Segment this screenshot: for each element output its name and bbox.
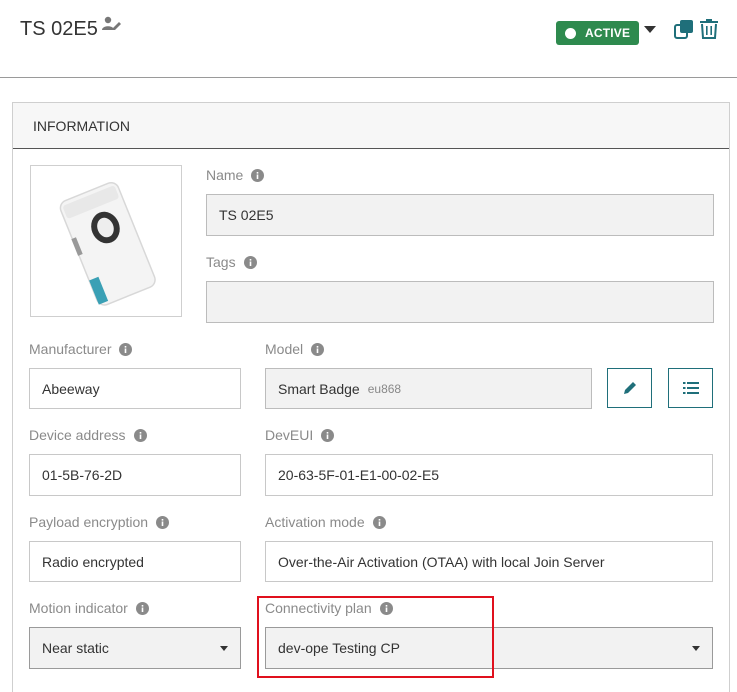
status-dot-icon [565, 27, 576, 39]
name-field[interactable]: TS 02E5 [206, 194, 714, 236]
device-address-label: Device address [29, 427, 147, 443]
status-label: ACTIVE [585, 26, 631, 40]
card-header: INFORMATION [13, 103, 729, 149]
deveui-field: 20-63-5F-01-E1-00-02-E5 [265, 454, 713, 496]
info-icon[interactable] [133, 428, 147, 442]
edit-owner-icon[interactable] [102, 16, 122, 32]
model-details-button[interactable] [668, 368, 713, 408]
model-region: eu868 [367, 381, 402, 396]
tags-field[interactable] [206, 281, 714, 323]
manufacturer-label: Manufacturer [29, 341, 133, 357]
list-icon [682, 382, 699, 394]
connectivity-plan-select[interactable]: dev-ope Testing CP [265, 627, 713, 669]
info-icon[interactable] [135, 601, 149, 615]
device-image [30, 165, 182, 317]
chevron-down-icon [692, 646, 700, 651]
chevron-down-icon[interactable] [644, 26, 656, 33]
motion-indicator-label: Motion indicator [29, 600, 149, 616]
badge-device-picture [59, 181, 156, 306]
info-icon[interactable] [156, 515, 170, 529]
copy-icon[interactable] [674, 19, 694, 39]
info-icon[interactable] [321, 428, 335, 442]
device-address-field: 01-5B-76-2D [29, 454, 241, 496]
info-icon[interactable] [372, 515, 386, 529]
manufacturer-field: Abeeway [29, 368, 241, 409]
chevron-down-icon [220, 646, 228, 651]
motion-indicator-select[interactable]: Near static [29, 627, 241, 669]
activation-mode-label: Activation mode [265, 514, 386, 530]
info-icon[interactable] [311, 342, 325, 356]
name-label: Name [206, 167, 265, 183]
info-icon[interactable] [119, 342, 133, 356]
pencil-icon [623, 382, 636, 394]
page-header: TS 02E5 ACTIVE [0, 0, 737, 78]
info-icon[interactable] [379, 601, 393, 615]
payload-encryption-label: Payload encryption [29, 514, 170, 530]
tags-label: Tags [206, 254, 257, 270]
card-title: INFORMATION [33, 118, 130, 134]
info-icon[interactable] [243, 255, 257, 269]
edit-model-button[interactable] [607, 368, 652, 408]
status-badge[interactable]: ACTIVE [556, 21, 639, 45]
payload-encryption-field: Radio encrypted [29, 541, 241, 582]
connectivity-plan-label: Connectivity plan [265, 600, 393, 616]
trash-icon[interactable] [700, 19, 718, 39]
model-label: Model [265, 341, 325, 357]
activation-mode-field: Over-the-Air Activation (OTAA) with loca… [265, 541, 713, 582]
deveui-label: DevEUI [265, 427, 335, 443]
model-field: Smart Badge eu868 [265, 368, 592, 409]
info-icon[interactable] [251, 168, 265, 182]
page-title: TS 02E5 [20, 18, 98, 40]
